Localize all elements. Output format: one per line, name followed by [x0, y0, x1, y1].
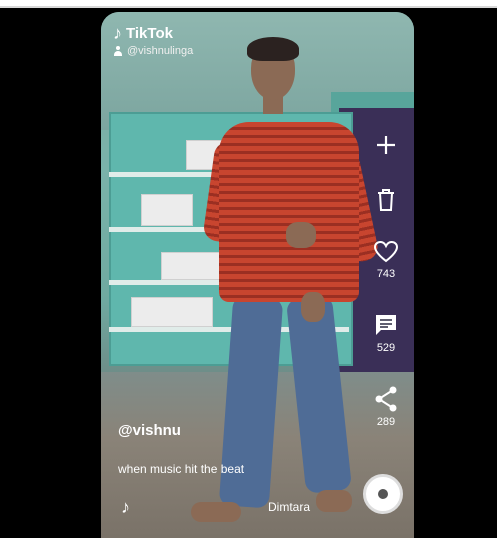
share-icon: [375, 386, 397, 412]
share-count: 289: [376, 416, 396, 428]
dancer-foot: [191, 502, 241, 522]
comment-button[interactable]: 529: [364, 312, 408, 354]
delete-button[interactable]: [364, 187, 408, 213]
music-note-icon: ♪: [121, 497, 130, 517]
video-username[interactable]: @vishnu: [118, 422, 181, 439]
watermark-handle-text: @vishnulinga: [127, 45, 194, 57]
dancer-hair: [247, 37, 299, 61]
music-disc-icon[interactable]: [363, 474, 403, 514]
video-caption: when music hit the beat: [118, 462, 245, 476]
watermark-handle: @vishnulinga: [113, 45, 193, 57]
comment-count: 529: [376, 342, 396, 354]
comment-icon: [376, 315, 396, 335]
tiktok-brand-text: TikTok: [126, 24, 173, 42]
dancer-shirt: [219, 122, 359, 302]
browser-top-divider: [0, 6, 497, 8]
like-button[interactable]: 743: [364, 240, 408, 280]
plus-icon: [377, 136, 395, 154]
tiktok-logo: ♪ TikTok: [113, 24, 173, 42]
dancer-foot: [316, 490, 352, 512]
trash-icon: [378, 189, 394, 211]
user-icon: [113, 46, 123, 56]
add-button[interactable]: [364, 134, 408, 156]
tiktok-note-icon: ♪: [113, 23, 122, 43]
dancer-hand: [301, 292, 325, 322]
share-button[interactable]: 289: [364, 386, 408, 428]
heart-icon: [373, 240, 399, 263]
video-frame[interactable]: ♪ TikTok @vishnulinga 743 529 289 @vishn…: [101, 12, 414, 538]
sound-name[interactable]: Dimtara: [268, 500, 310, 514]
like-count: 743: [376, 268, 396, 280]
dancer-hand: [286, 222, 316, 248]
scene-box: [141, 194, 193, 226]
scene-box: [131, 297, 213, 327]
